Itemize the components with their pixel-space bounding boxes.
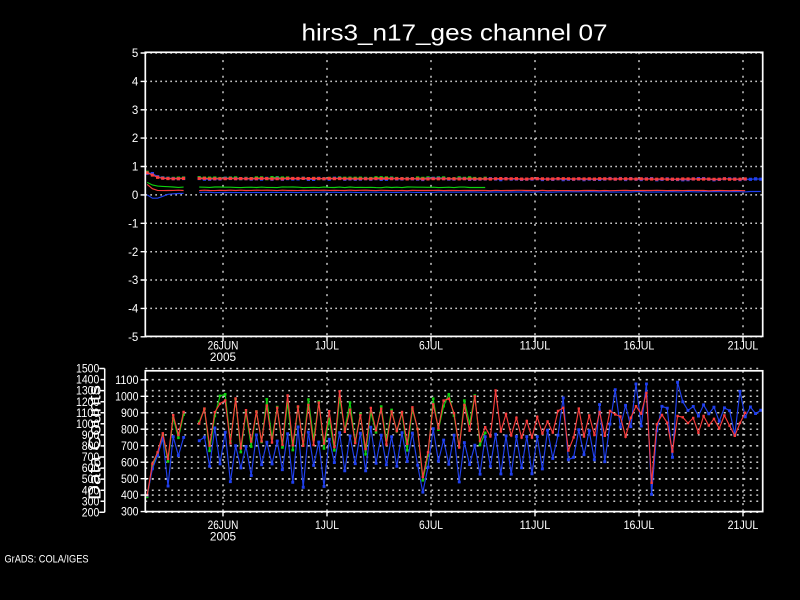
svg-text:1500: 1500 (76, 364, 99, 376)
svg-text:500: 500 (121, 474, 139, 486)
svg-text:-4: -4 (128, 304, 139, 316)
svg-text:3: 3 (132, 105, 138, 117)
svg-text:2005: 2005 (210, 531, 236, 543)
svg-text:1400: 1400 (76, 375, 99, 387)
svg-text:11JUL: 11JUL (520, 520, 551, 532)
svg-text:600: 600 (121, 457, 139, 469)
svg-text:21JUL: 21JUL (728, 341, 759, 353)
svg-text:4: 4 (132, 76, 139, 88)
svg-text:0: 0 (132, 190, 138, 202)
svg-text:1100: 1100 (115, 375, 138, 387)
svg-text:400: 400 (121, 490, 139, 502)
svg-text:2005: 2005 (210, 352, 236, 364)
svg-text:16JUL: 16JUL (624, 341, 655, 353)
svg-text:-2: -2 (128, 247, 138, 259)
svg-text:1: 1 (132, 162, 138, 174)
svg-text:-5: -5 (128, 332, 138, 344)
svg-text:-1: -1 (128, 218, 138, 230)
svg-text:26JUN: 26JUN (208, 520, 239, 532)
svg-text:1000: 1000 (115, 391, 138, 403)
svg-text:6JUL: 6JUL (419, 520, 444, 532)
svg-text:200: 200 (82, 507, 100, 519)
svg-text:800: 800 (121, 424, 139, 436)
svg-text:1JUL: 1JUL (315, 341, 340, 353)
svg-text:900: 900 (121, 408, 139, 420)
svg-text:700: 700 (121, 441, 139, 453)
svg-text:6JUL: 6JUL (419, 341, 444, 353)
svg-text:300: 300 (121, 507, 139, 519)
svg-text:GrADS: COLA/IGES: GrADS: COLA/IGES (5, 554, 89, 566)
svg-text:16JUL: 16JUL (624, 520, 655, 532)
svg-text:-3: -3 (128, 275, 138, 287)
svg-text:2: 2 (132, 133, 138, 145)
svg-text:hirs3_n17_ges channel 07: hirs3_n17_ges channel 07 (302, 20, 608, 46)
svg-text:11JUL: 11JUL (520, 341, 551, 353)
svg-text:1JUL: 1JUL (315, 520, 340, 532)
svg-text:26JUN: 26JUN (208, 341, 239, 353)
svg-text:Data Counts: Data Counts (85, 385, 105, 500)
svg-text:21JUL: 21JUL (728, 520, 759, 532)
svg-text:5: 5 (132, 48, 138, 60)
